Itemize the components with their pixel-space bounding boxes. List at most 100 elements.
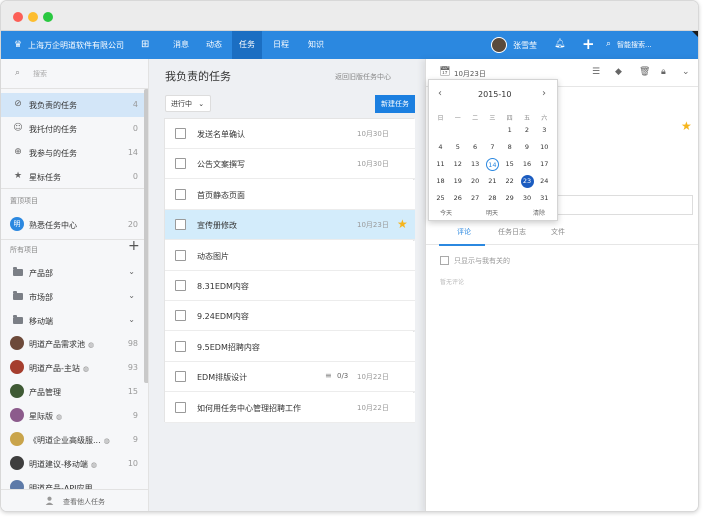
picker-day[interactable]: 8: [501, 141, 518, 154]
only-mine-checkbox[interactable]: [440, 256, 449, 265]
picker-today-button[interactable]: 今天: [440, 208, 452, 217]
task-title[interactable]: EDM排版设计: [197, 372, 247, 383]
project-item-5[interactable]: 明道建议-移动端 ◍ 10: [1, 452, 144, 476]
task-checkbox[interactable]: [175, 280, 186, 291]
nav-item-1[interactable]: 动态: [199, 31, 229, 59]
picker-day[interactable]: 30: [519, 192, 536, 205]
task-checkbox[interactable]: [175, 128, 186, 139]
picker-day[interactable]: 18: [432, 175, 449, 188]
task-checkbox[interactable]: [175, 158, 186, 170]
picker-day[interactable]: 23: [520, 175, 534, 188]
project-item-1[interactable]: 明道产品-主站 ◍ 93: [1, 356, 144, 380]
due-date[interactable]: 10月23日: [454, 69, 486, 79]
task-row[interactable]: 发送名单确认 10月30日: [165, 119, 415, 149]
star-icon[interactable]: ★: [397, 217, 408, 231]
nav-item-4[interactable]: 知识: [301, 31, 331, 59]
project-item-2[interactable]: 产品管理 15: [1, 380, 144, 404]
picker-day[interactable]: 31: [536, 192, 553, 205]
task-row[interactable]: 9.24EDM内容: [165, 301, 415, 332]
picker-day[interactable]: 14: [485, 158, 499, 171]
task-checkbox[interactable]: [175, 340, 186, 352]
status-filter-dropdown[interactable]: 进行中 ⌄: [165, 95, 211, 112]
task-row[interactable]: 首页静态页面: [165, 179, 415, 210]
task-title[interactable]: 9.5EDM招聘内容: [197, 342, 260, 353]
picker-day[interactable]: 29: [501, 192, 518, 205]
chevron-down-icon[interactable]: ⌄: [682, 67, 690, 77]
project-folder-0[interactable]: 产品部 ⌄: [1, 261, 144, 285]
user-avatar[interactable]: [491, 37, 507, 53]
task-row[interactable]: 8.31EDM内容: [165, 271, 415, 301]
picker-day[interactable]: 5: [449, 141, 466, 154]
add-project-icon[interactable]: +: [128, 238, 140, 254]
picker-day[interactable]: 28: [484, 192, 501, 205]
picker-day[interactable]: 1: [501, 124, 518, 137]
calendar-icon[interactable]: 📅︎: [439, 67, 450, 77]
picker-day[interactable]: 3: [536, 124, 553, 137]
task-title[interactable]: 宣传册修改: [197, 220, 237, 231]
bell-icon[interactable]: 🔔︎: [554, 39, 565, 49]
picker-day[interactable]: 20: [467, 175, 484, 188]
detail-input-field[interactable]: [557, 195, 693, 215]
crown-icon[interactable]: ♛: [14, 40, 22, 50]
project-item-3[interactable]: 星际版 ◍ 9: [1, 404, 144, 428]
task-row[interactable]: 动态图片: [165, 240, 415, 271]
trash-icon[interactable]: 🗑︎: [639, 67, 650, 77]
tab-files[interactable]: 文件: [551, 227, 565, 237]
global-search-input[interactable]: 智能搜索...: [617, 40, 652, 50]
nav-item-3[interactable]: 日程: [266, 31, 296, 59]
task-title[interactable]: 如何用任务中心管理招聘工作: [197, 403, 301, 414]
picker-day[interactable]: 4: [432, 141, 449, 154]
task-row[interactable]: 公告文案撰写 10月30日: [165, 149, 415, 180]
nav-item-2[interactable]: 任务: [232, 31, 262, 59]
user-name[interactable]: 张雪莹: [513, 40, 537, 51]
apps-grid-icon[interactable]: ⊞: [141, 39, 149, 50]
picker-day[interactable]: 26: [449, 192, 466, 205]
sidebar-filter-1[interactable]: ☺ 我托付的任务 0: [1, 117, 144, 141]
picker-day[interactable]: 16: [519, 158, 536, 171]
sidebar-filter-2[interactable]: ⊕ 我参与的任务 14: [1, 141, 144, 165]
task-title[interactable]: 9.24EDM内容: [197, 311, 249, 322]
task-checkbox[interactable]: [175, 249, 186, 261]
nav-item-0[interactable]: 消息: [166, 31, 196, 59]
task-row[interactable]: 9.5EDM招聘内容: [165, 331, 415, 362]
minimize-window-button[interactable]: [28, 12, 38, 22]
search-icon[interactable]: ⌕: [606, 39, 611, 49]
picker-day[interactable]: 22: [501, 175, 518, 188]
chevron-down-icon[interactable]: ⌄: [128, 315, 135, 324]
legacy-task-center-link[interactable]: 返回旧版任务中心: [335, 72, 391, 82]
task-checkbox[interactable]: [175, 219, 186, 231]
picker-day[interactable]: 13: [467, 158, 484, 171]
lock-icon[interactable]: 🔒︎: [661, 67, 666, 77]
picker-day[interactable]: 11: [432, 158, 449, 171]
task-row[interactable]: 宣传册修改 10月23日 ★: [165, 210, 415, 241]
sidebar-filter-3[interactable]: ★ 星标任务 0: [1, 165, 144, 189]
picker-day[interactable]: 27: [467, 192, 484, 205]
company-name[interactable]: 上海万企明道软件有限公司: [28, 40, 124, 51]
picker-day[interactable]: 12: [449, 158, 466, 171]
task-title[interactable]: 动态图片: [197, 251, 229, 262]
chevron-right-icon[interactable]: ›: [542, 88, 546, 99]
tag-icon[interactable]: ◆: [615, 67, 622, 77]
chevron-down-icon[interactable]: ⌄: [128, 267, 135, 276]
task-checkbox[interactable]: [175, 310, 186, 322]
task-row[interactable]: 如何用任务中心管理招聘工作 10月22日: [165, 392, 415, 423]
picker-clear-button[interactable]: 清除: [533, 208, 545, 217]
picker-day[interactable]: 25: [432, 192, 449, 205]
pinned-project-0[interactable]: 明熟悉任务中心 20: [1, 213, 144, 237]
picker-day[interactable]: 19: [449, 175, 466, 188]
tab-comments[interactable]: 评论: [457, 227, 471, 237]
picker-day[interactable]: 6: [467, 141, 484, 154]
sidebar-search-input[interactable]: 搜索: [33, 69, 47, 79]
project-item-0[interactable]: 明道产品需求池 ◍ 98: [1, 332, 144, 356]
picker-day[interactable]: 21: [484, 175, 501, 188]
chevron-left-icon[interactable]: ‹: [438, 88, 442, 99]
picker-day[interactable]: 9: [519, 141, 536, 154]
new-task-button[interactable]: 新建任务: [375, 95, 415, 113]
project-folder-1[interactable]: 市场部 ⌄: [1, 285, 144, 309]
task-checkbox[interactable]: [175, 188, 186, 200]
plus-icon[interactable]: +: [582, 35, 595, 53]
task-checkbox[interactable]: [175, 371, 186, 383]
tab-task-log[interactable]: 任务日志: [498, 227, 526, 237]
task-title[interactable]: 公告文案撰写: [197, 159, 245, 170]
task-row[interactable]: EDM排版设计 ≡ 0/3 10月22日: [165, 362, 415, 393]
